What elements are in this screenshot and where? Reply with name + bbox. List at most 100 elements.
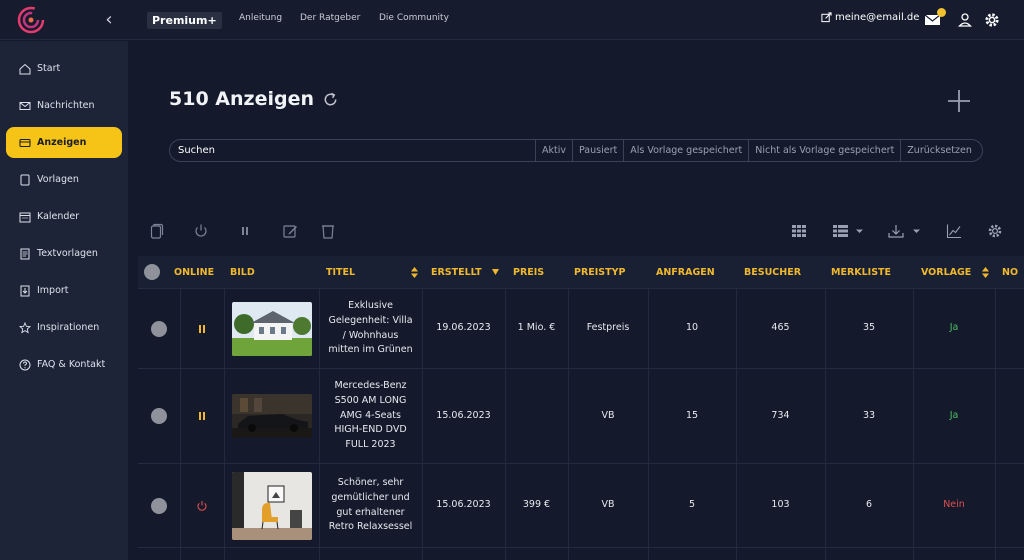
download-dropdown-icon[interactable]: [887, 223, 923, 239]
filter-als-vorlage[interactable]: Als Vorlage gespeichert: [623, 140, 748, 161]
sort-desc-icon[interactable]: [492, 269, 499, 275]
ad-created: 15.06.2023: [436, 499, 491, 511]
table-row[interactable]: [138, 547, 1024, 560]
table-settings-gear-icon[interactable]: [987, 223, 1003, 239]
table-row[interactable]: Schöner, sehr gemütlicher und gut erhalt…: [138, 463, 1024, 547]
ad-title[interactable]: Schöner, sehr gemütlicher und gut erhalt…: [319, 464, 422, 547]
sidebar-item-inspirationen[interactable]: Inspirationen: [6, 312, 122, 343]
ad-title[interactable]: Mercedes-Benz S500 AM LONG AMG 4-Seats H…: [319, 369, 422, 463]
select-all-radio[interactable]: [144, 256, 160, 288]
sidebar: Start Nachrichten Anzeigen Vorlagen Kale…: [0, 41, 128, 560]
edit-icon[interactable]: [282, 223, 298, 239]
sidebar-item-start[interactable]: Start: [6, 53, 122, 84]
col-vorlage[interactable]: VORLAGE: [921, 256, 989, 288]
app-logo-icon[interactable]: [16, 5, 46, 35]
ad-price: 399 €: [522, 499, 551, 511]
col-besucher[interactable]: BESUCHER: [744, 256, 801, 288]
ad-created: 19.06.2023: [436, 322, 491, 334]
top-bar: ‹ Premium+ Anleitung Der Ratgeber Die Co…: [0, 0, 1024, 40]
ad-template-status: Ja: [949, 322, 959, 334]
refresh-icon[interactable]: [322, 91, 339, 108]
ad-watchlist: 35: [862, 322, 876, 334]
sidebar-item-label: Vorlagen: [37, 174, 79, 185]
trash-icon[interactable]: [320, 223, 336, 239]
sidebar-item-import[interactable]: Import: [6, 275, 122, 306]
col-titel[interactable]: TITEL: [326, 256, 418, 288]
ad-watchlist: 33: [862, 409, 876, 421]
ad-thumbnail[interactable]: [224, 464, 319, 547]
sidebar-item-label: Start: [37, 63, 61, 74]
ad-thumbnail[interactable]: [224, 369, 319, 463]
col-merkliste[interactable]: MERKLISTE: [831, 256, 891, 288]
link-ratgeber[interactable]: Der Ratgeber: [300, 13, 360, 23]
col-no[interactable]: NO: [1002, 256, 1018, 288]
filter-pausiert[interactable]: Pausiert: [572, 140, 623, 161]
table-row[interactable]: Mercedes-Benz S500 AM LONG AMG 4-Seats H…: [138, 368, 1024, 463]
row-select-radio[interactable]: [138, 464, 180, 547]
ad-template-status: Ja: [949, 409, 959, 421]
col-vorlage-label: VORLAGE: [921, 266, 972, 278]
mail-icon: [19, 101, 31, 110]
sort-icon[interactable]: [411, 266, 418, 278]
filter-reset[interactable]: Zurücksetzen: [900, 140, 978, 161]
col-anfragen[interactable]: ANFRAGEN: [656, 256, 715, 288]
sidebar-item-label: Nachrichten: [37, 100, 95, 111]
car-image: [231, 394, 312, 438]
premium-badge[interactable]: Premium+: [147, 12, 222, 29]
col-preistyp[interactable]: PREISTYP: [574, 256, 625, 288]
sidebar-item-faq[interactable]: FAQ & Kontakt: [6, 349, 122, 380]
ad-visitors: 734: [771, 409, 790, 421]
ad-requests: 10: [685, 322, 699, 334]
ad-price-type: Festpreis: [586, 322, 630, 334]
link-community[interactable]: Die Community: [379, 13, 449, 23]
sidebar-item-label: Inspirationen: [37, 322, 100, 333]
sidebar-item-anzeigen[interactable]: Anzeigen: [6, 127, 122, 158]
ads-table: ONLINE BILD TITEL ERSTELLT PREIS PREISTY…: [138, 256, 1024, 560]
search-input[interactable]: [170, 140, 535, 161]
filter-nicht-als-vorlage[interactable]: Nicht als Vorlage gespeichert: [748, 140, 900, 161]
sort-icon[interactable]: [982, 266, 989, 278]
row-select-radio[interactable]: [138, 369, 180, 463]
chart-stats-icon[interactable]: [946, 223, 962, 239]
col-preis[interactable]: PREIS: [513, 256, 544, 288]
user-icon[interactable]: [956, 11, 974, 29]
ad-title[interactable]: Exklusive Gelegenheit: Villa / Wohnhaus …: [319, 289, 422, 368]
text-template-icon: [20, 248, 30, 259]
sidebar-item-nachrichten[interactable]: Nachrichten: [6, 90, 122, 121]
sidebar-item-label: Textvorlagen: [37, 248, 98, 259]
collapse-sidebar-icon[interactable]: ‹: [100, 9, 118, 31]
status-pause-icon[interactable]: [180, 369, 224, 463]
ad-created: 15.06.2023: [436, 409, 491, 421]
filter-aktiv[interactable]: Aktiv: [535, 140, 572, 161]
settings-gear-icon[interactable]: [983, 11, 1001, 29]
copy-icon[interactable]: [148, 223, 164, 239]
ad-price: [505, 369, 568, 463]
grid-view-icon[interactable]: [791, 223, 807, 239]
help-icon: [19, 359, 31, 370]
link-anleitung[interactable]: Anleitung: [239, 13, 282, 23]
ad-price-type: VB: [601, 499, 615, 511]
ads-icon: [19, 138, 31, 147]
sidebar-item-label: Anzeigen: [37, 137, 87, 148]
list-view-dropdown-icon[interactable]: [832, 223, 866, 239]
table-row[interactable]: Exklusive Gelegenheit: Villa / Wohnhaus …: [138, 288, 1024, 368]
ad-visitors: 465: [771, 322, 790, 334]
table-header: ONLINE BILD TITEL ERSTELLT PREIS PREISTY…: [138, 256, 1024, 288]
armchair-image: [231, 471, 312, 540]
col-online[interactable]: ONLINE: [174, 256, 214, 288]
ad-requests: 15: [685, 409, 699, 421]
email-link[interactable]: meine@email.de: [821, 12, 919, 23]
sidebar-item-kalender[interactable]: Kalender: [6, 201, 122, 232]
power-icon[interactable]: [193, 223, 209, 239]
sidebar-item-vorlagen[interactable]: Vorlagen: [6, 164, 122, 195]
pause-icon[interactable]: [237, 223, 253, 239]
sidebar-item-textvorlagen[interactable]: Textvorlagen: [6, 238, 122, 269]
col-erstellt[interactable]: ERSTELLT: [431, 256, 499, 288]
sidebar-item-label: Kalender: [37, 211, 80, 222]
status-pause-icon[interactable]: [180, 289, 224, 368]
row-select-radio[interactable]: [138, 289, 180, 368]
ad-thumbnail[interactable]: [224, 289, 319, 368]
add-ad-button[interactable]: [947, 89, 971, 113]
status-power-icon[interactable]: [180, 464, 224, 547]
sidebar-item-label: FAQ & Kontakt: [37, 359, 106, 370]
